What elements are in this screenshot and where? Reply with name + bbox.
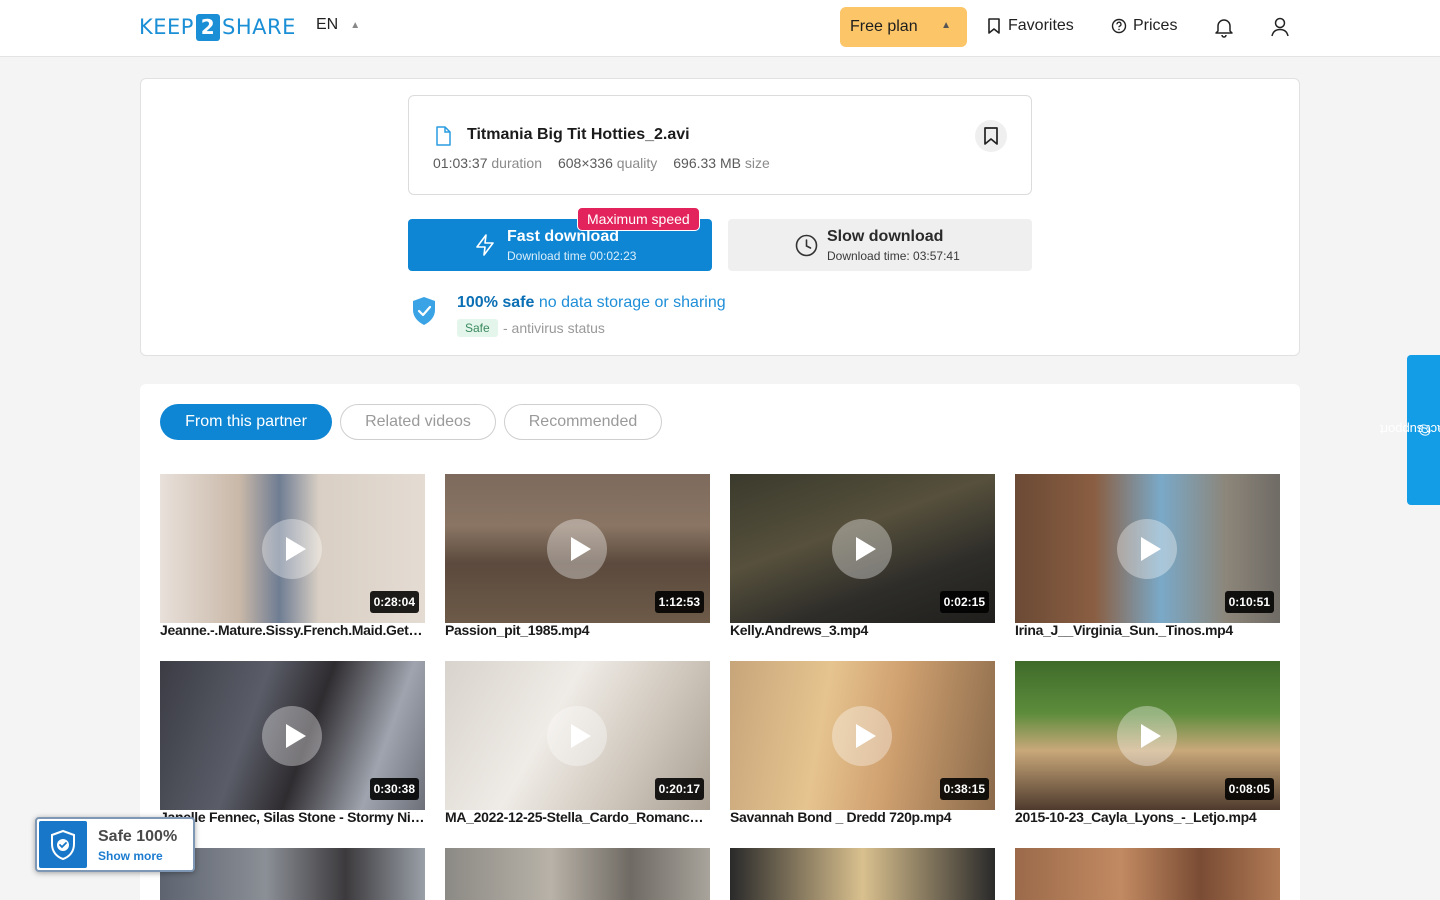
video-thumbnail[interactable]: 1:12:53: [445, 474, 710, 623]
shield-icon: [39, 821, 87, 868]
video-thumbnail[interactable]: 0:38:15: [730, 661, 995, 810]
video-title[interactable]: Kelly.Andrews_3.mp4: [730, 622, 995, 638]
file-meta: 01:03:37 duration 608×336 quality 696.33…: [433, 155, 770, 171]
video-thumbnail[interactable]: [160, 848, 425, 900]
video-title[interactable]: Janelle Fennec, Silas Stone - Stormy Nig…: [160, 809, 425, 825]
video-thumbnail[interactable]: 0:28:04: [160, 474, 425, 623]
slow-download-title: Slow download: [827, 228, 944, 245]
fast-download-time: Download time 00:02:23: [507, 249, 637, 263]
play-icon: [832, 519, 892, 579]
file-info-card: Titmania Big Tit Hotties_2.avi 01:03:37 …: [408, 95, 1032, 195]
play-icon: [262, 706, 322, 766]
antivirus-badge: Safe: [457, 319, 498, 337]
file-duration: 01:03:37 duration: [433, 155, 542, 171]
maximum-speed-badge: Maximum speed: [577, 207, 700, 231]
language-label: EN: [316, 16, 339, 33]
add-to-favorites-button[interactable]: [975, 120, 1007, 152]
top-header: KEEP 2 SHARE EN ▲ Free plan ▲ Favorites …: [0, 0, 1440, 57]
safe-widget[interactable]: Safe 100% Show more: [35, 817, 195, 872]
user-account-button[interactable]: [1269, 16, 1291, 43]
video-title[interactable]: Passion_pit_1985.mp4: [445, 622, 710, 638]
tab-recommended[interactable]: Recommended: [504, 404, 662, 440]
user-icon: [1271, 17, 1289, 37]
chevron-up-icon: ▲: [941, 20, 951, 31]
video-title[interactable]: Irina_J__Virginia_Sun._Tinos.mp4: [1015, 622, 1280, 638]
plan-label: Free plan: [850, 18, 918, 35]
file-icon: [436, 126, 451, 146]
logo-box: 2: [195, 13, 220, 41]
play-icon: [547, 519, 607, 579]
tab-related-videos[interactable]: Related videos: [340, 404, 496, 440]
video-duration: 0:30:38: [369, 778, 419, 800]
video-duration: 0:10:51: [1224, 591, 1274, 613]
video-title[interactable]: Savannah Bond _ Dredd 720p.mp4: [730, 809, 995, 825]
slow-download-time: Download time: 03:57:41: [827, 249, 960, 263]
chevron-up-icon: ▲: [350, 19, 361, 31]
video-thumbnail[interactable]: [730, 848, 995, 900]
play-icon: [262, 519, 322, 579]
safe-widget-title: Safe 100%: [98, 828, 178, 845]
video-thumbnail[interactable]: 0:20:17: [445, 661, 710, 810]
video-duration: 1:12:53: [654, 591, 704, 613]
video-thumbnail[interactable]: 0:30:38: [160, 661, 425, 810]
file-quality: 608×336 quality: [557, 155, 658, 171]
file-name: Titmania Big Tit Hotties_2.avi: [467, 126, 690, 143]
play-icon: [832, 706, 892, 766]
video-duration: 0:02:15: [939, 591, 989, 613]
logo-text-right: SHARE: [221, 15, 296, 39]
favorites-label: Favorites: [1008, 17, 1074, 34]
favorites-link[interactable]: Favorites: [987, 17, 1074, 35]
video-title[interactable]: MA_2022-12-25-Stella_Cardo_Romance.mp4: [445, 809, 710, 825]
slow-download-button[interactable]: Slow download Download time: 03:57:41: [728, 219, 1032, 271]
antivirus-status: - antivirus status: [503, 320, 605, 336]
video-duration: 0:08:05: [1224, 778, 1274, 800]
video-thumbnail[interactable]: [1015, 848, 1280, 900]
safety-title: 100% safe no data storage or sharing: [457, 294, 726, 311]
bell-icon: [1215, 19, 1233, 38]
prices-label: Prices: [1133, 17, 1178, 34]
video-thumbnail[interactable]: 0:08:05: [1015, 661, 1280, 810]
play-icon: [1117, 519, 1177, 579]
contact-support-button[interactable]: @ contact support: [1379, 355, 1440, 505]
video-title[interactable]: Jeanne.-.Mature.Sissy.French.Maid.Gets.F…: [160, 622, 425, 638]
question-circle-icon: [1111, 18, 1127, 34]
file-size: 696.33 MB size: [673, 155, 770, 171]
play-icon: [1117, 706, 1177, 766]
notifications-button[interactable]: [1213, 16, 1235, 43]
prices-link[interactable]: Prices: [1111, 17, 1177, 35]
logo-text-left: KEEP: [139, 15, 194, 39]
video-duration: 0:38:15: [939, 778, 989, 800]
language-selector[interactable]: EN ▲: [316, 16, 360, 34]
video-duration: 0:20:17: [654, 778, 704, 800]
clock-icon: [795, 234, 818, 257]
lightning-icon: [476, 234, 494, 256]
video-thumbnail[interactable]: 0:02:15: [730, 474, 995, 623]
plan-dropdown[interactable]: Free plan ▲: [840, 7, 967, 47]
video-thumbnail[interactable]: 0:10:51: [1015, 474, 1280, 623]
shield-check-icon: [413, 297, 435, 325]
video-thumbnail[interactable]: [445, 848, 710, 900]
video-title[interactable]: 2015-10-23_Cayla_Lyons_-_Letjo.mp4: [1015, 809, 1280, 825]
show-more-link[interactable]: Show more: [98, 849, 163, 863]
video-duration: 0:28:04: [369, 591, 419, 613]
contact-support-label: @ contact support: [1379, 422, 1440, 438]
tab-from-this-partner[interactable]: From this partner: [160, 404, 332, 440]
site-logo[interactable]: KEEP 2 SHARE: [139, 13, 296, 41]
play-icon: [547, 706, 607, 766]
bookmark-icon: [984, 127, 998, 145]
bookmark-icon: [988, 18, 1000, 34]
